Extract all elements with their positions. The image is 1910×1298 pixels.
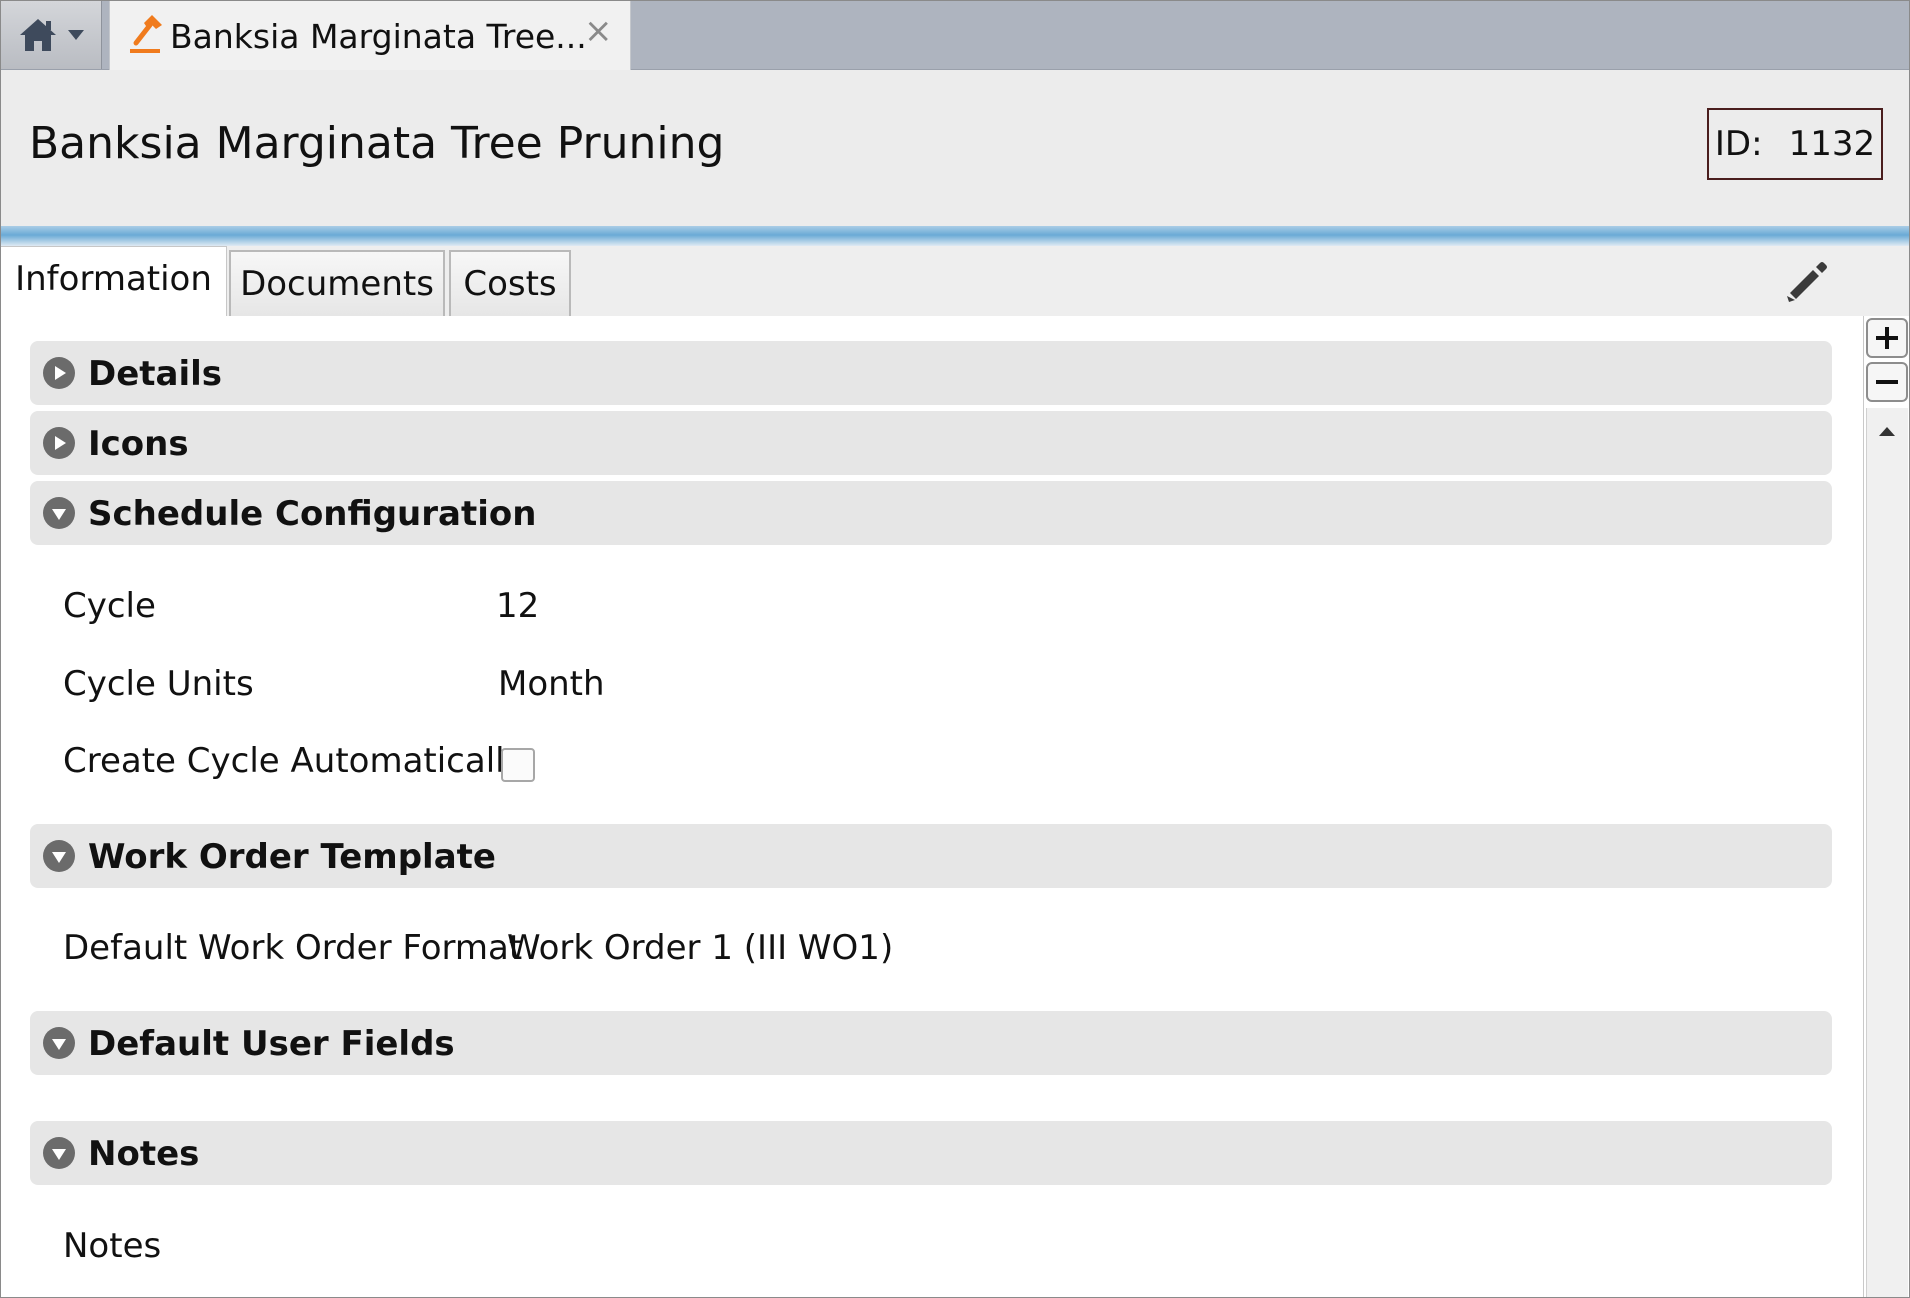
tab-costs-label: Costs	[463, 264, 557, 304]
section-notes-header[interactable]: Notes	[30, 1121, 1832, 1185]
collapse-arrow-icon	[43, 497, 75, 529]
cycle-units-label: Cycle Units	[63, 664, 254, 704]
notes-label: Notes	[63, 1226, 162, 1266]
plus-icon	[1876, 327, 1898, 349]
default-work-order-format-label: Default Work Order Format	[63, 928, 523, 968]
create-cycle-label: Create Cycle Automatically	[63, 741, 525, 781]
section-schedule-title: Schedule Configuration	[88, 494, 537, 534]
tab-documents[interactable]: Documents	[229, 250, 445, 316]
chevron-down-icon	[68, 30, 84, 40]
expand-arrow-icon	[43, 427, 75, 459]
section-work-order-title: Work Order Template	[88, 837, 496, 877]
content-tab-bar: Information Documents Costs	[1, 246, 1909, 318]
document-tab-title: Banksia Marginata Tree...	[170, 17, 587, 56]
tab-documents-label: Documents	[240, 264, 434, 304]
section-user-fields-header[interactable]: Default User Fields	[30, 1011, 1832, 1075]
default-work-order-format-value: Work Order 1 (III WO1)	[507, 928, 894, 968]
document-tab-strip: Banksia Marginata Tree... ×	[1, 1, 1909, 70]
section-icons-header[interactable]: Icons	[30, 411, 1832, 475]
hammer-icon	[130, 15, 162, 53]
tab-costs[interactable]: Costs	[449, 250, 571, 316]
vertical-scrollbar[interactable]	[1866, 408, 1908, 1297]
home-menu-button[interactable]	[1, 1, 102, 69]
tab-information[interactable]: Information	[1, 246, 227, 318]
record-id-badge: ID: 1132	[1707, 108, 1883, 180]
collapse-arrow-icon	[43, 840, 75, 872]
close-tab-icon[interactable]: ×	[584, 11, 613, 51]
cycle-label: Cycle	[63, 586, 156, 626]
section-details-title: Details	[88, 354, 223, 394]
collapse-arrow-icon	[43, 1027, 75, 1059]
zoom-scroll-column	[1863, 316, 1909, 1297]
record-header: Banksia Marginata Tree Pruning ID: 1132	[1, 70, 1909, 226]
section-user-fields-title: Default User Fields	[88, 1024, 455, 1064]
cycle-value: 12	[496, 586, 540, 626]
id-label: ID:	[1714, 124, 1763, 164]
expand-arrow-icon	[43, 357, 75, 389]
header-divider	[1, 226, 1909, 246]
minus-icon	[1876, 380, 1898, 384]
section-work-order-header[interactable]: Work Order Template	[30, 824, 1832, 888]
section-notes-title: Notes	[88, 1134, 200, 1174]
zoom-out-button[interactable]	[1866, 362, 1908, 402]
id-value: 1132	[1788, 124, 1876, 164]
house-icon	[20, 19, 56, 51]
section-schedule-header[interactable]: Schedule Configuration	[30, 481, 1832, 545]
section-details-header[interactable]: Details	[30, 341, 1832, 405]
app-window: Banksia Marginata Tree... × Banksia Marg…	[0, 0, 1910, 1298]
cycle-units-value: Month	[498, 664, 605, 704]
information-panel: Details Icons Schedule Configuration Cyc…	[1, 316, 1863, 1297]
tab-information-label: Information	[15, 258, 212, 299]
edit-pencil-icon[interactable]	[1779, 256, 1831, 308]
create-cycle-checkbox[interactable]	[501, 748, 535, 782]
page-title: Banksia Marginata Tree Pruning	[29, 118, 725, 169]
section-icons-title: Icons	[88, 424, 189, 464]
document-tab[interactable]: Banksia Marginata Tree... ×	[109, 1, 631, 70]
zoom-in-button[interactable]	[1866, 318, 1908, 358]
collapse-arrow-icon	[43, 1137, 75, 1169]
scroll-up-arrow-icon[interactable]	[1872, 424, 1902, 438]
